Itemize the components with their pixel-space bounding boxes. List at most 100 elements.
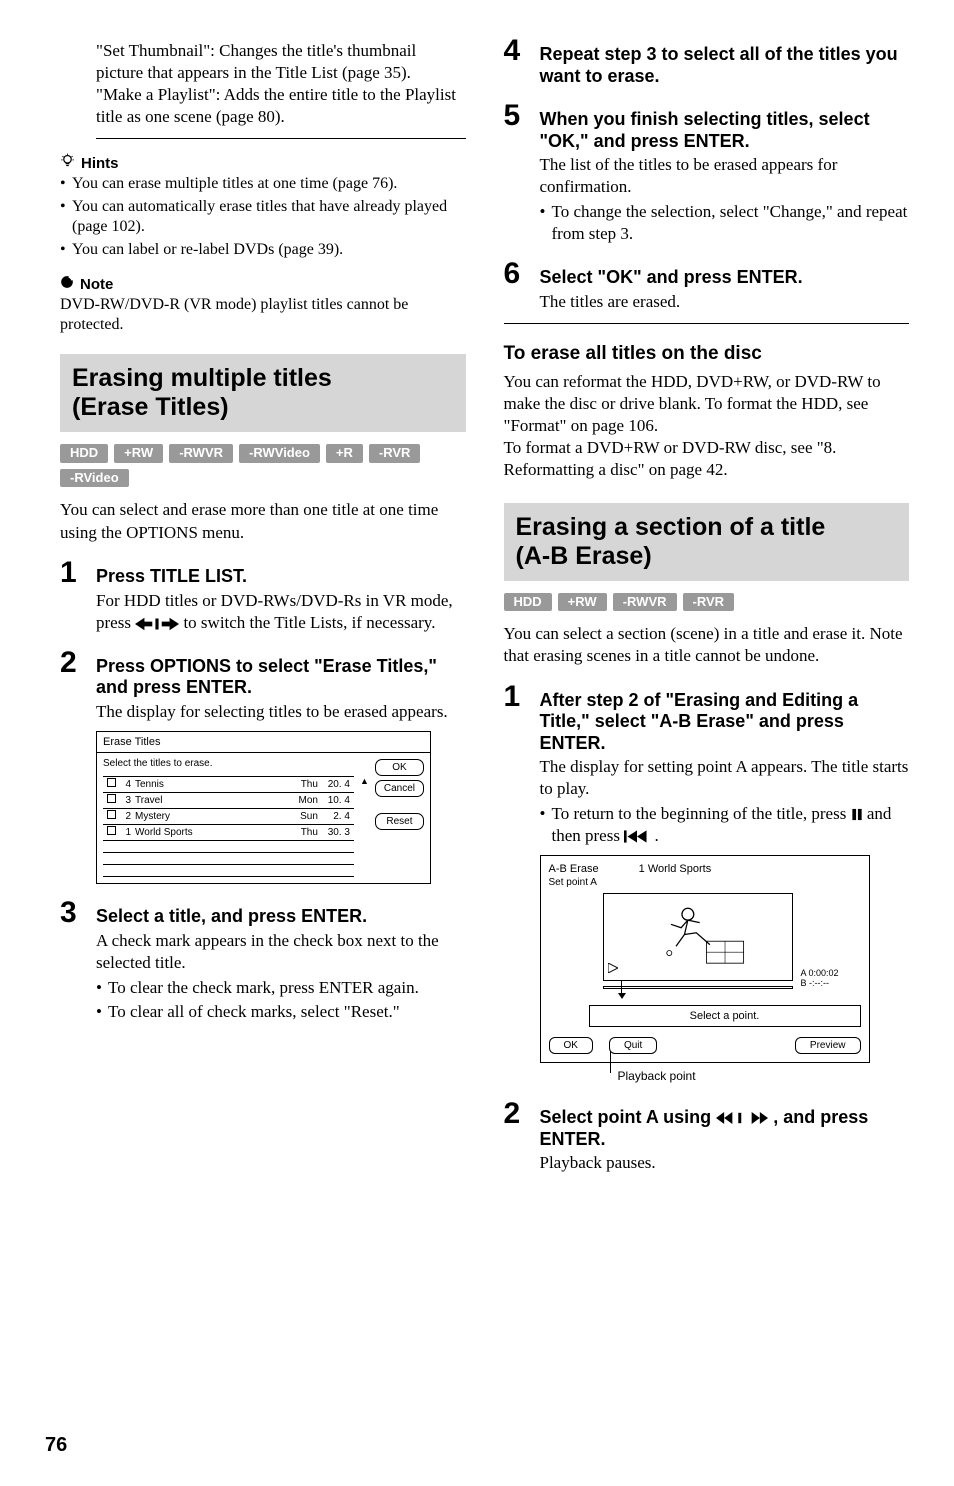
step-6: 6 Select "OK" and press ENTER. — [504, 259, 910, 289]
note-label: Note — [80, 275, 113, 295]
ok-button: OK — [549, 1037, 593, 1054]
section-title-line1: Erasing a section of a title — [516, 513, 826, 541]
checkbox-icon — [107, 810, 116, 819]
badge-plus-rw: +RW — [114, 444, 163, 463]
table-row: 3TravelMon10. 4 — [103, 793, 354, 809]
step-number: 1 — [60, 558, 86, 588]
step-1-body: For HDD titles or DVD-RWs/DVD-Rs in VR m… — [96, 590, 466, 634]
select-point-label: Select a point. — [589, 1005, 861, 1027]
ab-step-1-text: The display for setting point A appears.… — [540, 756, 910, 800]
ok-button: OK — [375, 759, 424, 776]
ab-step-1-bullets: To return to the beginning of the title,… — [540, 803, 910, 847]
list-item: To change the selection, select "Change,… — [540, 201, 910, 245]
note-header: Note — [60, 275, 466, 295]
intro-para-2: "Make a Playlist": Adds the entire title… — [96, 84, 466, 128]
step-3-text: A check mark appears in the check box ne… — [96, 930, 466, 974]
erase-titles-screenshot: Erase Titles Select the titles to erase.… — [96, 731, 431, 884]
step-1-heading: Press TITLE LIST. — [96, 566, 247, 588]
step-6-text: The titles are erased. — [540, 291, 910, 313]
hints-label: Hints — [81, 154, 119, 174]
step-4-heading: Repeat step 3 to select all of the title… — [540, 44, 910, 87]
badge-rw-vr: -RWVR — [169, 444, 233, 463]
shot1-title: Erase Titles — [97, 732, 430, 753]
step-2-heading: Press OPTIONS to select "Erase Titles," … — [96, 656, 466, 699]
step-5-heading: When you finish selecting titles, select… — [540, 109, 910, 152]
note-text: DVD-RW/DVD-R (VR mode) playlist titles c… — [60, 295, 466, 337]
step-number: 4 — [504, 36, 530, 66]
shot1-table: 4TennisThu20. 4 3TravelMon10. 4 2Mystery… — [103, 776, 354, 877]
ab-step-1: 1 After step 2 of "Erasing and Editing a… — [504, 682, 910, 755]
badge-plus-rw: +RW — [558, 593, 607, 612]
table-row: 4TennisThu20. 4 — [103, 777, 354, 793]
step-number: 3 — [60, 898, 86, 928]
step-3: 3 Select a title, and press ENTER. — [60, 898, 466, 928]
hints-header: Hints — [60, 153, 466, 174]
ab-erase-screenshot: A-B Erase Set point A 1 World Sports — [540, 855, 870, 1064]
step-3-bullets: To clear the check mark, press ENTER aga… — [96, 977, 466, 1023]
time-display: A 0:00:02 B -:--:-- — [801, 893, 861, 993]
ab-step-2-text: Playback pauses. — [540, 1152, 910, 1174]
step-number: 2 — [504, 1099, 530, 1129]
step-6-heading: Select "OK" and press ENTER. — [540, 267, 803, 289]
checkbox-icon — [107, 826, 116, 835]
section-title-line2: (A-B Erase) — [516, 542, 652, 570]
shot2-title-left: A-B Erase — [549, 862, 599, 876]
disc-badges: HDD +RW -RWVR -RWVideo +R -RVR -RVideo — [60, 444, 466, 488]
reset-button: Reset — [375, 813, 424, 830]
step-2: 2 Press OPTIONS to select "Erase Titles,… — [60, 648, 466, 699]
step-5-text: The list of the titles to be erased appe… — [540, 154, 910, 198]
hints-list: You can erase multiple titles at one tim… — [60, 174, 466, 261]
step-5-bullets: To change the selection, select "Change,… — [540, 201, 910, 245]
ab-step-2: 2 Select point A using , and press ENTER… — [504, 1099, 910, 1150]
shot2-title-left2: Set point A — [549, 876, 599, 889]
badge-rw-vr: -RWVR — [613, 593, 677, 612]
section-ab-erase: Erasing a section of a title (A-B Erase) — [504, 503, 910, 581]
ab-step-2-body: Playback pauses. — [540, 1152, 910, 1174]
ab-step-1-body: The display for setting point A appears.… — [540, 756, 910, 846]
section-title-line2: (Erase Titles) — [72, 393, 229, 421]
cancel-button: Cancel — [375, 780, 424, 797]
erase-all-body2: To format a DVD+RW or DVD-RW disc, see "… — [504, 437, 910, 481]
pause-icon — [851, 804, 867, 823]
checkbox-icon — [107, 778, 116, 787]
badge-rw-video: -RWVideo — [239, 444, 320, 463]
hint-item: You can label or re-label DVDs (page 39)… — [60, 240, 466, 261]
scroll-indicator: ▲ — [360, 757, 369, 877]
step-4: 4 Repeat step 3 to select all of the tit… — [504, 36, 910, 87]
intro-block: "Set Thumbnail": Changes the title's thu… — [60, 40, 466, 128]
step-number: 1 — [504, 682, 530, 712]
step-3-body: A check mark appears in the check box ne… — [96, 930, 466, 1022]
preview-frame — [603, 893, 793, 981]
list-item: To return to the beginning of the title,… — [540, 803, 910, 847]
badge-r-vr: -RVR — [683, 593, 735, 612]
hint-item: You can erase multiple titles at one tim… — [60, 174, 466, 195]
badge-hdd: HDD — [60, 444, 108, 463]
badge-hdd: HDD — [504, 593, 552, 612]
table-row: 2MysterySun2. 4 — [103, 809, 354, 825]
checkbox-icon — [107, 794, 116, 803]
step-2-body: The display for selecting titles to be e… — [96, 701, 466, 723]
erase-all-body1: You can reformat the HDD, DVD+RW, or DVD… — [504, 371, 910, 437]
step-6-body: The titles are erased. — [540, 291, 910, 313]
table-row — [103, 841, 354, 853]
shot1-caption: Select the titles to erase. — [103, 757, 354, 770]
section2-intro: You can select a section (scene) in a ti… — [504, 623, 910, 667]
step-1: 1 Press TITLE LIST. — [60, 558, 466, 588]
bulb-icon — [60, 153, 75, 174]
skip-back-icon — [624, 826, 654, 845]
section-title-line1: Erasing multiple titles — [72, 364, 332, 392]
page-number: 76 — [45, 1432, 67, 1458]
step-1-text-b: to switch the Title Lists, if necessary. — [183, 613, 435, 632]
preview-button: Preview — [795, 1037, 861, 1054]
note-icon — [60, 275, 74, 295]
shot2-title-right: 1 World Sports — [639, 862, 712, 889]
badge-plus-r: +R — [326, 444, 363, 463]
intro-para-1: "Set Thumbnail": Changes the title's thu… — [96, 40, 466, 84]
step-number: 5 — [504, 101, 530, 131]
table-row: 1World SportsThu30. 3 — [103, 825, 354, 841]
play-icon — [608, 963, 618, 977]
sports-figure-icon — [643, 899, 753, 975]
step-number: 2 — [60, 648, 86, 678]
step-2-text: The display for selecting titles to be e… — [96, 701, 466, 723]
list-item: To clear all of check marks, select "Res… — [96, 1001, 466, 1023]
